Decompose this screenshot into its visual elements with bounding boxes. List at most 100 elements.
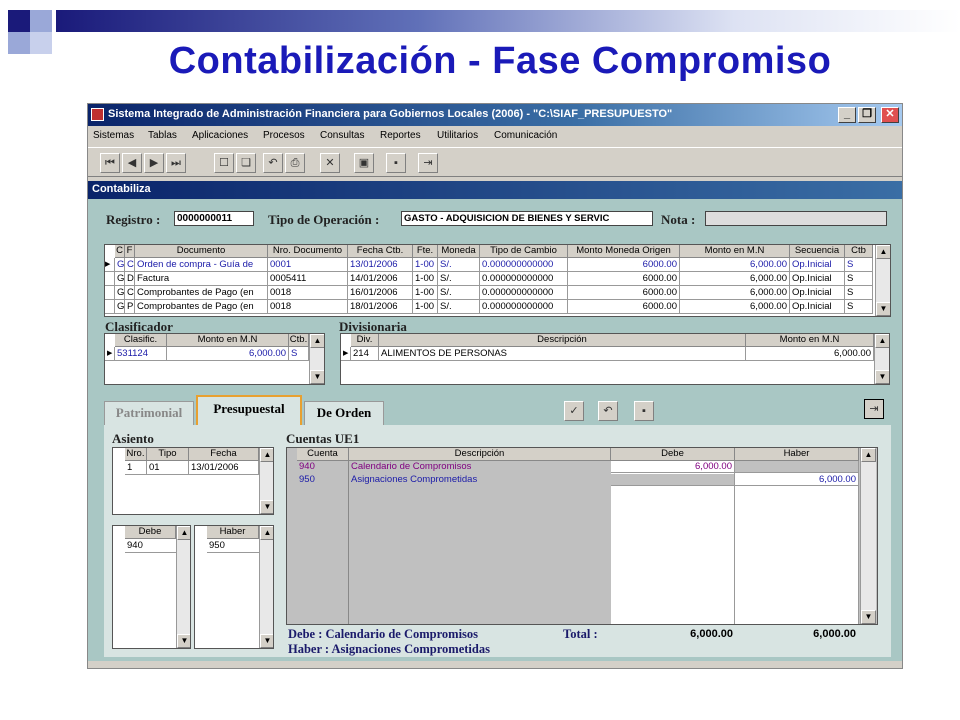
footer-haber-text: Haber : Asignaciones Comprometidas [288,642,490,656]
col-monto-mn: Monto en M.N [746,334,874,347]
doc-cell-mo: 6000.00 [568,272,680,286]
desc-cell: Asignaciones Comprometidas [351,474,478,485]
menu-comunicacion[interactable]: Comunicación [494,130,557,141]
scroll-up-icon[interactable]: ▲ [260,526,273,540]
scroll-down-icon[interactable]: ▼ [310,370,324,384]
col-monto-mn: Monto en M.N [680,245,790,258]
asiento-scrollbar[interactable]: ▲ ▼ [259,448,273,514]
confirm-icon[interactable]: ✓ [564,401,584,421]
haber-scrollbar[interactable]: ▲ ▼ [259,526,273,648]
next-record-icon[interactable]: ▶ [144,153,164,173]
col-c: C [115,245,125,258]
documents-grid[interactable]: C F Documento Nro. Documento Fecha Ctb. … [104,244,891,317]
scroll-up-icon[interactable]: ▲ [310,334,324,348]
scroll-up-icon[interactable]: ▲ [875,334,889,348]
col-descripcion: Descripción [379,334,746,347]
cuentas-grid[interactable]: Cuenta Descripción Debe Haber 940 Calend… [286,447,878,625]
registro-field[interactable]: 0000000011 [174,211,254,226]
scroll-up-icon[interactable]: ▲ [177,526,190,540]
exit-icon[interactable]: ⇥ [418,153,438,173]
tipo-operacion-field[interactable]: GASTO - ADQUISICION DE BIENES Y SERVIC [401,211,653,226]
doc-cell-c: G [115,258,125,272]
debe-scrollbar[interactable]: ▲ ▼ [176,526,190,648]
doc-cell-doc: Orden de compra - Guía de [135,258,268,272]
menu-consultas[interactable]: Consultas [320,130,364,141]
restore-button[interactable]: ❐ [858,107,876,123]
tab-de-orden[interactable]: De Orden [304,401,384,425]
divisionaria-scrollbar[interactable]: ▲ ▼ [874,334,889,384]
menu-procesos[interactable]: Procesos [263,130,305,141]
scroll-down-icon[interactable]: ▼ [260,500,273,514]
doc-cell-fte: 1-00 [413,300,438,314]
scroll-down-icon[interactable]: ▼ [861,610,876,624]
scroll-down-icon[interactable]: ▼ [260,634,273,648]
prev-record-icon[interactable]: ◀ [122,153,142,173]
delete-icon[interactable]: ✕ [320,153,340,173]
clasificador-grid[interactable]: Clasific. Monto en M.N Ctb. ▶ 531124 6,0… [104,333,325,385]
col-monto-mn: Monto en M.N [167,334,289,347]
desc-cell: Calendario de Compromisos [351,461,472,472]
first-record-icon[interactable]: ⏮ [100,153,120,173]
exit-icon[interactable]: ⇥ [864,399,884,419]
col-moneda: Moneda [438,245,480,258]
stamp-icon[interactable]: ▣ [354,153,374,173]
doc-cell-mon: S/. [438,300,480,314]
scroll-up-icon[interactable]: ▲ [861,448,876,462]
tab-patrimonial[interactable]: Patrimonial [104,401,194,425]
debe-cell [611,474,735,486]
cuenta-cell: 940 [299,461,315,472]
debe-cell: 940 [125,539,176,553]
print-icon[interactable]: ⎙ [285,153,305,173]
minimize-button[interactable]: _ [838,107,856,123]
undo-icon[interactable]: ↶ [598,401,618,421]
last-record-icon[interactable]: ⏭ [166,153,186,173]
menu-tablas[interactable]: Tablas [148,130,177,141]
menu-utilitarios[interactable]: Utilitarios [437,130,478,141]
monto-cell: 6,000.00 [746,347,874,361]
save-icon[interactable]: ▪ [634,401,654,421]
col-tipo: Tipo [147,448,189,461]
new-icon[interactable]: ☐ [214,153,234,173]
cuenta-cell: 950 [299,474,315,485]
col-ctb: Ctb [845,245,873,258]
doc-cell-mo: 6000.00 [568,258,680,272]
scroll-up-icon[interactable]: ▲ [876,245,890,259]
monto-cell: 6,000.00 [167,347,289,361]
asiento-grid[interactable]: Nro. Tipo Fecha 1 01 13/01/2006 ▲ ▼ [112,447,274,515]
tab-presupuestal[interactable]: Presupuestal [196,395,302,425]
documents-scrollbar[interactable]: ▲ ▼ [875,245,890,316]
divisionaria-grid[interactable]: Div. Descripción Monto en M.N ▶ 214 ALIM… [340,333,890,385]
nota-field[interactable] [705,211,887,226]
col-div: Div. [351,334,379,347]
menu-sistemas[interactable]: Sistemas [93,130,134,141]
close-button[interactable]: ✕ [881,107,899,123]
haber-grid[interactable]: Haber 950 ▲ ▼ [194,525,274,649]
total-label: Total : [563,627,598,641]
clasificador-scrollbar[interactable]: ▲ ▼ [309,334,324,384]
doc-cell-nro: 0005411 [268,272,348,286]
col-nro: Nro. [125,448,147,461]
save-icon[interactable]: ▪ [386,153,406,173]
doc-cell-c: G [115,300,125,314]
copy-icon[interactable]: ❏ [236,153,256,173]
nota-label: Nota : [661,212,696,227]
window-titlebar[interactable]: Sistema Integrado de Administración Fina… [88,104,902,126]
scroll-down-icon[interactable]: ▼ [177,634,190,648]
menu-reportes[interactable]: Reportes [380,130,421,141]
scroll-up-icon[interactable]: ▲ [260,448,273,462]
scroll-down-icon[interactable]: ▼ [875,370,889,384]
col-ctb: Ctb. [289,334,309,347]
row-indicator: ▶ [105,258,115,272]
tipo-operacion-label: Tipo de Operación : [268,212,380,227]
deco-square [30,10,52,32]
cuentas-scrollbar[interactable]: ▲ ▼ [860,448,876,624]
debe-grid[interactable]: Debe 940 ▲ ▼ [112,525,191,649]
col-fecha: Fecha Ctb. [348,245,413,258]
menu-aplicaciones[interactable]: Aplicaciones [192,130,248,141]
fecha-cell: 13/01/2006 [189,461,259,475]
doc-cell-fecha: 14/01/2006 [348,272,413,286]
undo-icon[interactable]: ↶ [263,153,283,173]
doc-cell-fte: 1-00 [413,286,438,300]
scroll-down-icon[interactable]: ▼ [876,302,890,316]
doc-cell-f: C [125,258,135,272]
